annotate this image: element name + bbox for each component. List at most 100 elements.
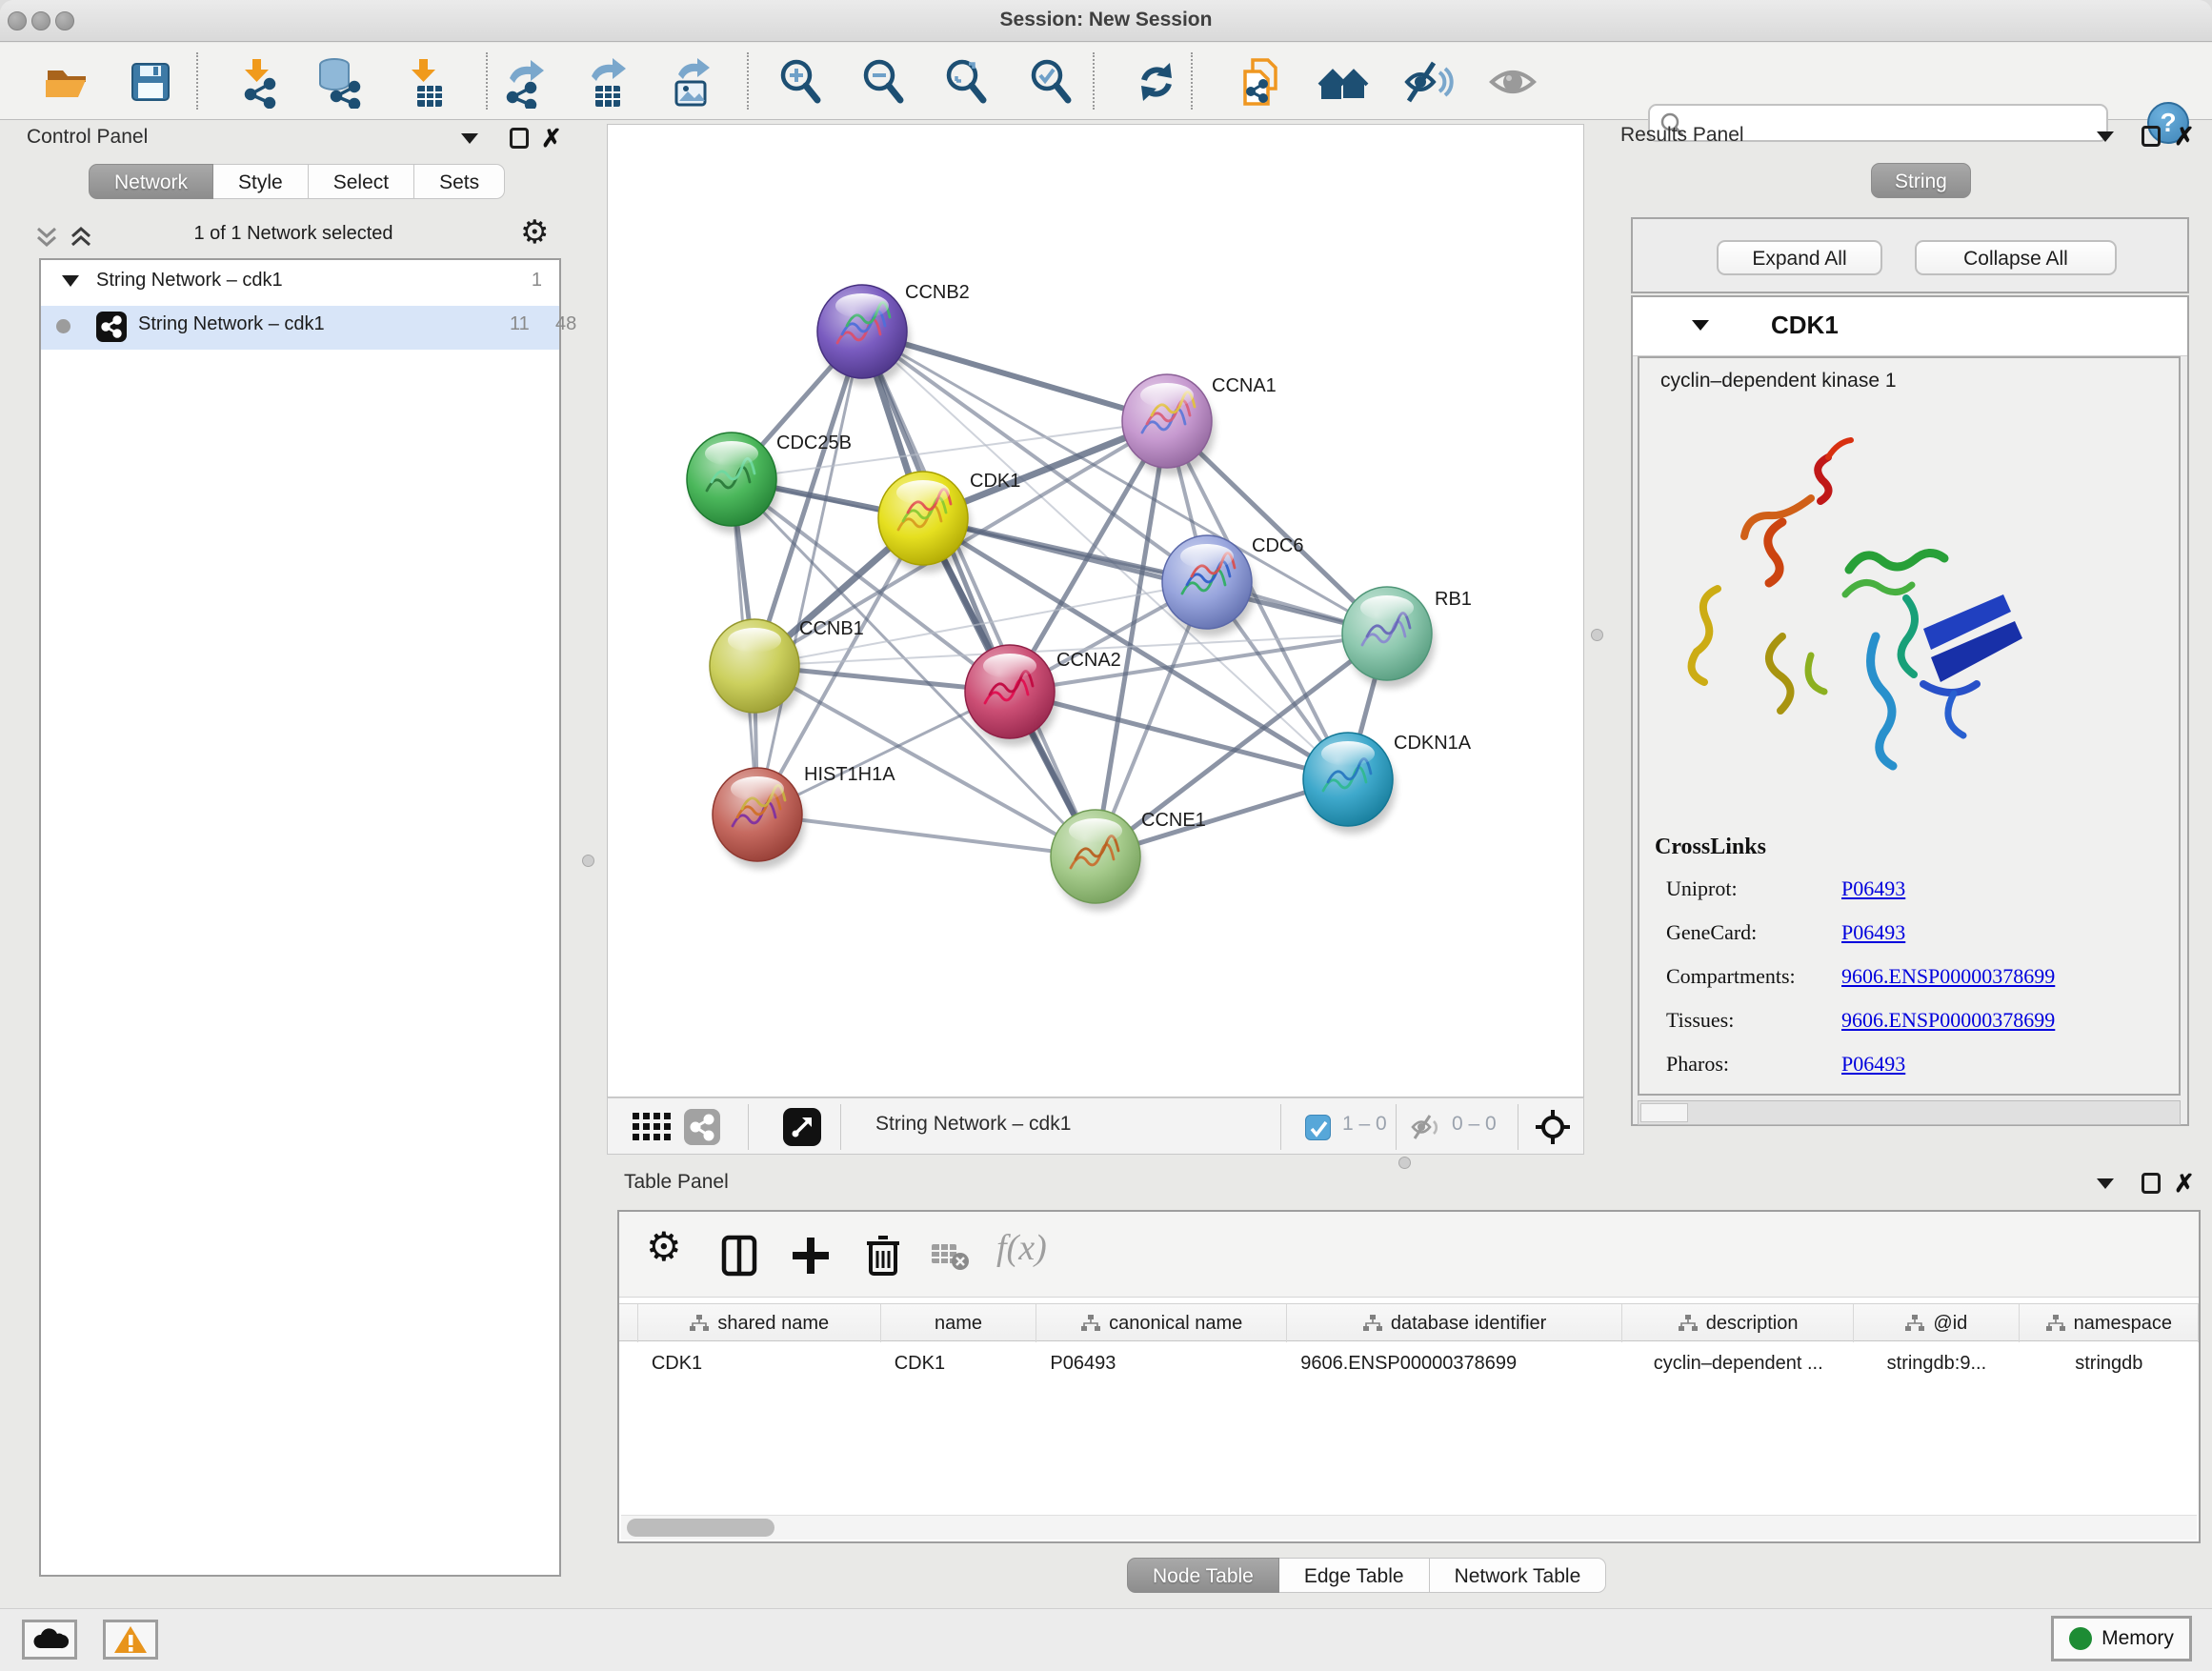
node-label-CDC25B: CDC25B [776,433,852,453]
refresh-view-button[interactable] [1130,55,1183,109]
tab-string[interactable]: String [1871,163,1971,198]
network-options-gear-icon[interactable]: ⚙ [520,213,549,252]
results-panel-float-icon[interactable] [2142,126,2161,147]
tab-network[interactable]: Network [89,164,213,199]
node-HIST1H1A[interactable] [713,768,805,869]
column-header-name[interactable]: name [881,1304,1037,1342]
node-CDC25B[interactable] [687,433,779,534]
protein-details: cyclin–dependent kinase 1 [1638,356,2181,1096]
show-columns-icon[interactable] [718,1234,762,1278]
zoom-out-button[interactable] [856,55,910,109]
node-CCNE1[interactable] [1051,810,1143,911]
network-canvas[interactable]: CCNB2CCNA1CDC25BCDK1CDC6RB1CCNB1CCNA2CDK… [607,124,1584,1097]
protein-description: cyclin–dependent kinase 1 [1660,370,1897,393]
show-all-networks-button[interactable] [1317,55,1371,109]
column-header-description[interactable]: description [1622,1304,1854,1342]
node-RB1[interactable] [1342,587,1435,688]
zoom-fit-button[interactable] [939,55,993,109]
right-splitter-handle[interactable] [1591,629,1603,641]
results-scrollbar[interactable] [1638,1100,2181,1125]
table-scrollbar-thumb[interactable] [627,1519,774,1537]
tab-sets[interactable]: Sets [414,164,505,199]
import-network-file-button[interactable] [231,55,285,109]
grid-view-icon[interactable] [631,1111,673,1143]
crosslink-link[interactable]: P06493 [1841,876,1905,901]
export-table-button[interactable] [580,55,633,109]
results-scrollbar-thumb[interactable] [1640,1103,1688,1122]
network-share-view-icon[interactable] [684,1109,720,1145]
edge-HIST1H1A-CCNE1[interactable] [757,815,1096,856]
crosslink-label: GeneCard: [1666,920,1757,945]
node-CDK1[interactable] [878,472,971,573]
crosslink-link[interactable]: 9606.ENSP00000378699 [1841,964,2055,989]
open-session-button[interactable] [40,55,93,109]
column-header-namespace[interactable]: namespace [2020,1304,2199,1342]
table-cell-database identifier: 9606.ENSP00000378699 [1287,1342,1622,1384]
tab-select[interactable]: Select [309,164,414,199]
crosslink-link[interactable]: P06493 [1841,1052,1905,1077]
protein-header-row[interactable]: CDK1 [1633,297,2187,356]
expand-all-button[interactable]: Expand All [1717,240,1882,275]
hide-selected-button[interactable] [1401,55,1455,109]
table-settings-gear-icon[interactable]: ⚙ [646,1223,682,1270]
node-CDKN1A[interactable] [1303,733,1396,834]
edge-CCNB2-CCNE1[interactable] [862,332,1096,856]
tab-network-table[interactable]: Network Table [1430,1558,1607,1593]
table-row[interactable]: CDK1CDK1P064939606.ENSP00000378699cyclin… [619,1342,2199,1384]
collapse-all-icon[interactable] [34,225,59,250]
column-header-canonical name[interactable]: canonical name [1036,1304,1287,1342]
control-panel-menu-icon[interactable] [461,133,478,144]
tree-expand-icon[interactable] [62,275,79,287]
tab-edge-table[interactable]: Edge Table [1279,1558,1430,1593]
delete-column-icon[interactable] [861,1232,905,1278]
tree-child-edge-count: 48 [555,313,576,335]
memory-button[interactable]: Memory [2051,1616,2192,1661]
import-network-database-button[interactable] [312,55,365,109]
network-tree-child-row[interactable]: String Network – cdk1 11 48 [41,306,559,350]
expand-all-icon[interactable] [69,225,93,250]
crosslink-link[interactable]: 9606.ENSP00000378699 [1841,1008,2055,1033]
control-panel-close-icon[interactable]: ✗ [541,128,562,149]
cloud-status-button[interactable] [22,1620,77,1660]
column-header-shared name[interactable]: shared name [638,1304,881,1342]
node-CCNB2[interactable] [817,285,910,386]
bottom-splitter-handle[interactable] [1398,1157,1411,1169]
results-panel-close-icon[interactable]: ✗ [2174,126,2195,147]
network-graph[interactable]: CCNB2CCNA1CDC25BCDK1CDC6RB1CCNB1CCNA2CDK… [608,125,1583,1097]
birds-eye-view-icon[interactable] [783,1108,821,1146]
zoom-in-button[interactable] [774,55,827,109]
show-selected-button[interactable] [1486,55,1539,109]
export-image-button[interactable] [665,55,718,109]
crosslink-link[interactable]: P06493 [1841,920,1905,945]
tab-node-table[interactable]: Node Table [1127,1558,1279,1593]
collapse-all-button[interactable]: Collapse All [1915,240,2117,275]
warning-status-button[interactable] [103,1620,158,1660]
node-CCNB1[interactable] [710,619,802,720]
table-panel-close-icon[interactable]: ✗ [2174,1173,2195,1194]
export-network-button[interactable] [498,55,552,109]
table-panel-float-icon[interactable] [2142,1173,2161,1194]
control-panel-float-icon[interactable] [510,128,529,149]
node-label-CCNE1: CCNE1 [1141,810,1206,831]
save-session-button[interactable] [124,55,177,109]
left-splitter-handle[interactable] [582,855,594,867]
import-table-file-button[interactable] [398,55,452,109]
clone-network-button[interactable] [1234,55,1287,109]
create-column-icon[interactable] [789,1234,833,1278]
node-CCNA2[interactable] [965,645,1057,746]
protein-collapse-icon[interactable] [1692,320,1709,331]
results-panel-menu-icon[interactable] [2097,131,2114,142]
table-horizontal-scrollbar[interactable] [621,1515,2197,1540]
node-label-CCNB2: CCNB2 [905,282,970,303]
column-header-database identifier[interactable]: database identifier [1287,1304,1622,1342]
network-tree-root-row[interactable]: String Network – cdk1 1 [41,268,559,306]
table-panel-menu-icon[interactable] [2097,1178,2114,1189]
column-header-@id[interactable]: @id [1854,1304,2020,1342]
edge-CDK1-RB1[interactable] [923,518,1387,634]
zoom-selected-button[interactable] [1024,55,1077,109]
node-CCNA1[interactable] [1122,374,1215,475]
edge-CCNB2-HIST1H1A[interactable] [757,332,862,815]
selected-checkbox-icon[interactable] [1305,1115,1331,1140]
tab-style[interactable]: Style [213,164,309,199]
crosshair-icon[interactable] [1534,1108,1572,1146]
